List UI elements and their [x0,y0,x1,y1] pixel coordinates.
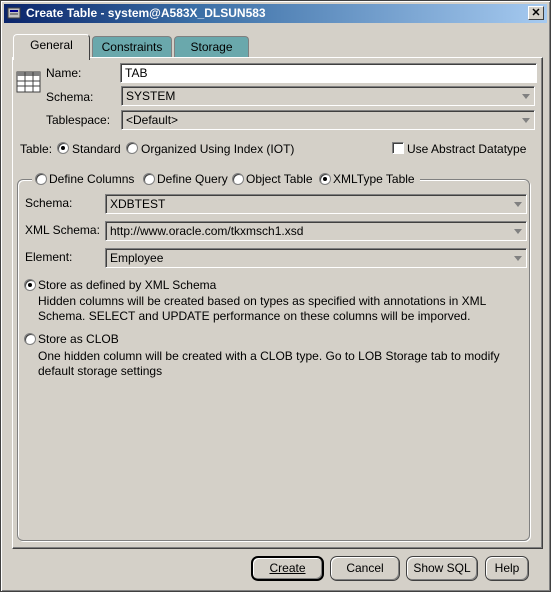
chevron-down-icon [522,118,530,123]
standard-label: Standard [72,142,121,156]
chevron-down-icon [522,94,530,99]
radio-iot[interactable] [126,142,138,154]
chevron-down-icon [514,202,522,207]
tab-storage[interactable]: Storage [174,36,249,58]
element-value: Employee [110,251,164,265]
store-xml-schema-label: Store as defined by XML Schema [38,278,217,292]
name-value: TAB [125,66,148,80]
radio-define-columns[interactable] [35,173,47,185]
schema-select[interactable]: SYSTEM [121,86,535,106]
xml-schema-label: XML Schema: [25,223,100,237]
xml-schema-select[interactable]: http://www.oracle.com/tkxmsch1.xsd [105,221,527,241]
abstract-datatype-label: Use Abstract Datatype [407,142,527,156]
chevron-down-icon [514,256,522,261]
app-icon [7,7,21,19]
create-button[interactable]: Create [251,556,324,581]
element-select[interactable]: Employee [105,248,527,268]
title-bar[interactable]: Create Table - system@A583X_DLSUN583 ✕ [4,4,547,23]
radio-xmltype-table[interactable] [319,173,331,185]
schema-label: Schema: [46,90,94,104]
object-table-label: Object Table [246,172,313,186]
store-xml-schema-desc-1: Hidden columns will be created based on … [38,294,487,308]
tab-general-label: General [30,38,73,52]
store-xml-schema-desc-2: Schema. SELECT and UPDATE performance on… [38,309,471,323]
radio-store-clob[interactable] [24,333,36,345]
close-icon: ✕ [531,7,541,19]
name-field[interactable]: TAB [120,63,537,83]
help-button[interactable]: Help [485,556,529,581]
schema-value: SYSTEM [126,89,176,103]
xml-schema-owner-label: Schema: [25,196,73,210]
create-table-dialog: Create Table - system@A583X_DLSUN583 ✕ G… [0,0,551,592]
radio-object-table[interactable] [232,173,244,185]
define-query-label: Define Query [157,172,228,186]
xml-schema-owner-select[interactable]: XDBTEST [105,194,527,214]
close-button[interactable]: ✕ [528,6,544,20]
tablespace-value: <Default> [126,113,179,127]
help-button-label: Help [494,561,520,575]
cancel-button-label: Cancel [346,561,384,575]
table-icon [16,71,41,93]
store-clob-desc-2: default storage settings [38,364,163,378]
iot-label: Organized Using Index (IOT) [141,142,295,156]
show-sql-button[interactable]: Show SQL [406,556,478,581]
store-clob-label: Store as CLOB [38,332,119,346]
tab-general[interactable]: General [13,34,90,60]
xml-schema-owner-value: XDBTEST [110,197,166,211]
show-sql-button-label: Show SQL [413,561,471,575]
tablespace-label: Tablespace: [46,113,111,127]
xmltype-table-label: XMLType Table [333,172,415,186]
radio-standard[interactable] [57,142,69,154]
tab-storage-label: Storage [190,40,233,54]
tablespace-select[interactable]: <Default> [121,110,535,130]
abstract-datatype-checkbox[interactable] [392,142,404,154]
define-columns-label: Define Columns [49,172,135,186]
radio-store-xml-schema[interactable] [24,279,36,291]
tab-constraints-label: Constraints [101,40,163,54]
name-label: Name: [46,66,82,80]
table-type-label: Table: [20,142,53,156]
window-title: Create Table - system@A583X_DLSUN583 [26,6,266,20]
chevron-down-icon [514,229,522,234]
element-label: Element: [25,250,73,264]
tab-constraints[interactable]: Constraints [92,36,172,58]
cancel-button[interactable]: Cancel [330,556,400,581]
xml-schema-value: http://www.oracle.com/tkxmsch1.xsd [110,224,304,238]
radio-define-query[interactable] [143,173,155,185]
create-button-label: Create [269,561,306,575]
store-clob-desc-1: One hidden column will be created with a… [38,349,500,363]
